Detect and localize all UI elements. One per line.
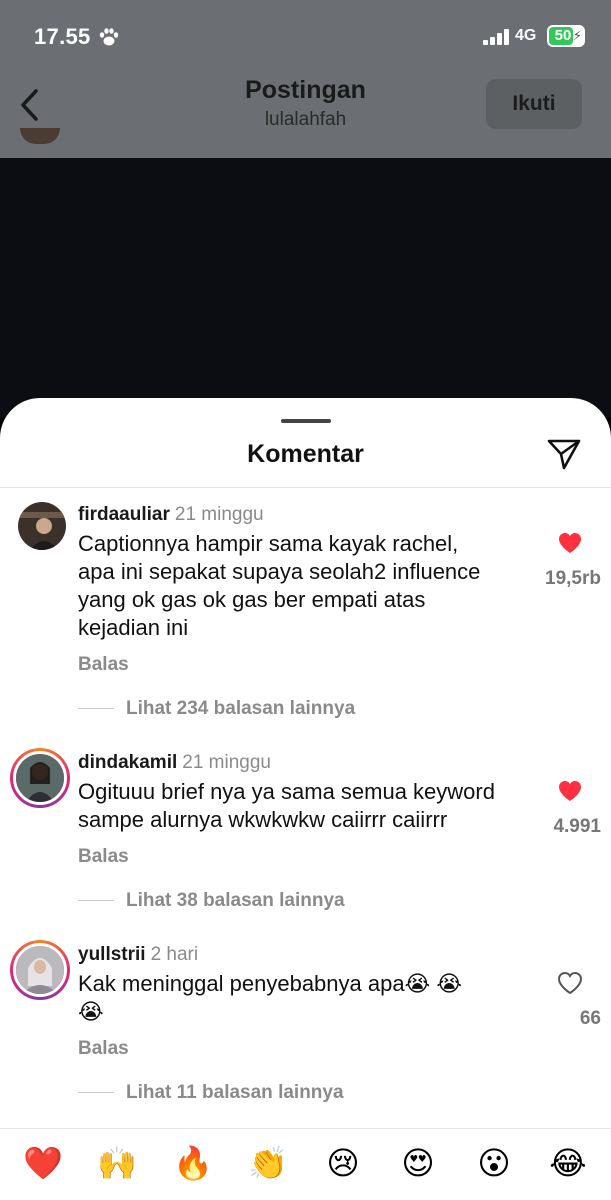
paper-plane-icon[interactable] <box>546 436 582 472</box>
comment-line: Captionnya hampir sama kayak rachel, <box>78 531 459 556</box>
avatar-image <box>16 754 64 802</box>
follow-button[interactable]: Ikuti <box>486 79 582 129</box>
avatar <box>13 751 67 805</box>
dimmed-header-area: 17.55 4G 50 ⚡ Postingan lulalahfah Ikuti <box>0 0 611 158</box>
sheet-drag-handle[interactable] <box>281 419 331 423</box>
comments-sheet: Komentar firdaauliar 21 minggu Captionnya… <box>0 398 611 1200</box>
avatar[interactable] <box>18 502 66 550</box>
heart-icon[interactable] <box>557 779 583 803</box>
comment-line: kejadian ini <box>78 615 189 640</box>
view-more-replies-label[interactable]: Lihat 11 balasan lainnya <box>126 1082 344 1103</box>
view-more-replies[interactable]: Lihat 38 balasan lainnya <box>78 890 345 912</box>
divider <box>78 1092 114 1094</box>
emoji-surprised-button[interactable]: 😮 <box>474 1143 514 1183</box>
like-count: 19,5rb <box>545 568 601 589</box>
view-more-replies-label[interactable]: Lihat 234 balasan lainnya <box>126 698 355 719</box>
username-text[interactable]: yullstrii <box>78 944 146 965</box>
avatar <box>13 943 67 997</box>
like-count: 4.991 <box>553 816 601 837</box>
post-media-area <box>0 158 611 418</box>
comment-line: 😭 <box>78 999 104 1024</box>
heart-icon[interactable] <box>557 531 583 555</box>
emoji-crying-button[interactable]: 😢 <box>323 1143 363 1183</box>
avatar-image <box>16 946 64 994</box>
view-more-replies-label[interactable]: Lihat 38 balasan lainnya <box>126 890 345 911</box>
emoji-heart-button[interactable]: ❤️ <box>23 1143 63 1183</box>
comment-text: Captionnya hampir sama kayak rachel, apa… <box>78 530 538 642</box>
battery-indicator: 50 ⚡ <box>547 25 585 47</box>
comment-username[interactable]: dindakamil 21 minggu <box>78 752 271 774</box>
avatar-image <box>18 502 66 550</box>
heart-outline-icon[interactable] <box>557 971 583 995</box>
emoji-raised-hands-button[interactable]: 🙌 <box>97 1143 137 1183</box>
view-more-replies[interactable]: Lihat 11 balasan lainnya <box>78 1082 344 1104</box>
comment-line: yang ok gas ok gas ber empati atas <box>78 587 426 612</box>
network-type: 4G <box>515 27 537 44</box>
reply-button[interactable]: Balas <box>78 1038 129 1060</box>
comment-line: sampe alurnya wkwkwkw caiirrr caiirrr <box>78 807 448 832</box>
username-text[interactable]: dindakamil <box>78 752 177 773</box>
comment-time: 21 minggu <box>174 504 264 525</box>
quick-emoji-bar: ❤️ 🙌 🔥 👏 😢 😍 😮 😂 <box>0 1128 611 1200</box>
divider <box>78 900 114 902</box>
reply-button[interactable]: Balas <box>78 654 129 676</box>
reply-button[interactable]: Balas <box>78 846 129 868</box>
signal-bars-icon <box>483 29 509 45</box>
comment-text: Ogituuu brief nya ya sama semua keyword … <box>78 778 538 834</box>
status-time: 17.55 <box>34 24 91 49</box>
avatar-story-ring[interactable] <box>10 940 70 1000</box>
emoji-heart-eyes-button[interactable]: 😍 <box>398 1143 438 1183</box>
view-more-replies[interactable]: Lihat 234 balasan lainnya <box>78 698 355 720</box>
comment-line: apa ini sepakat supaya seolah2 influence <box>78 559 481 584</box>
paw-icon <box>99 28 119 46</box>
like-count: 66 <box>579 1008 601 1029</box>
comment-line: Ogituuu brief nya ya sama semua keyword <box>78 779 495 804</box>
comment-text: Kak meninggal penyebabnya apa😭 😭 😭 <box>78 970 538 1026</box>
avatar-story-ring[interactable] <box>10 748 70 808</box>
divider <box>0 487 611 488</box>
sheet-title: Komentar <box>247 440 364 468</box>
status-bar: 17.55 4G 50 ⚡ <box>0 0 611 70</box>
divider <box>78 708 114 710</box>
comment-username[interactable]: yullstrii 2 hari <box>78 944 198 966</box>
nav-bar: Postingan lulalahfah Ikuti <box>0 70 611 158</box>
emoji-fire-button[interactable]: 🔥 <box>173 1143 213 1183</box>
username-text[interactable]: firdaauliar <box>78 504 170 525</box>
comment-time: 21 minggu <box>182 752 271 773</box>
comment-username[interactable]: firdaauliar 21 minggu <box>78 504 264 526</box>
emoji-clap-button[interactable]: 👏 <box>248 1143 288 1183</box>
comment-line: Kak meninggal penyebabnya apa😭 😭 <box>78 971 463 996</box>
charging-icon: ⚡ <box>572 28 582 43</box>
comment-time: 2 hari <box>150 944 199 965</box>
emoji-laughing-button[interactable]: 😂 <box>548 1143 588 1183</box>
